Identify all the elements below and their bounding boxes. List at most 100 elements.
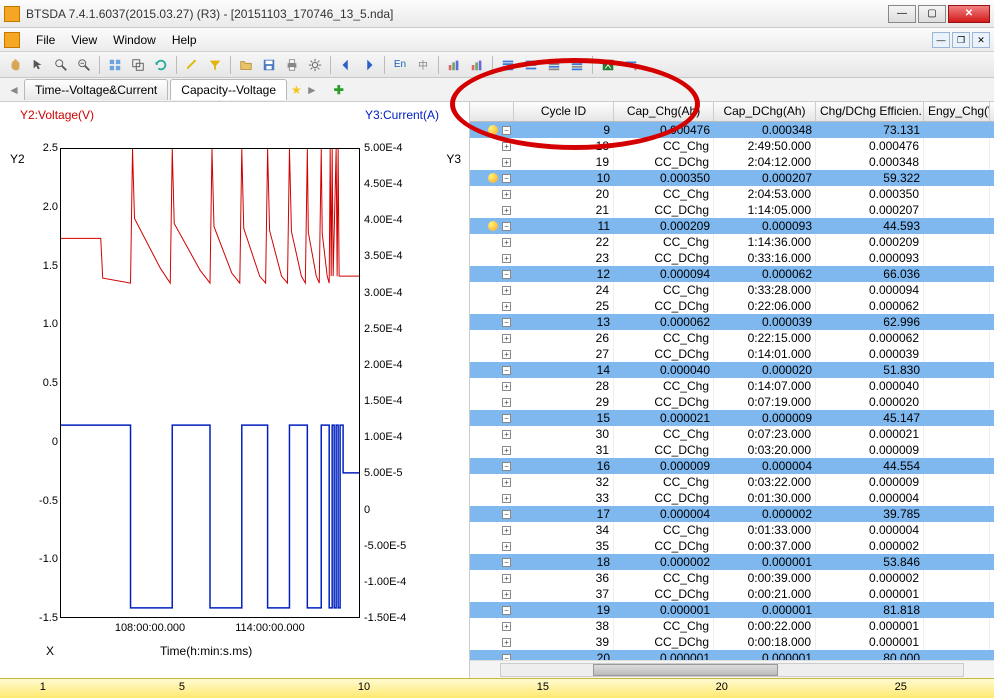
settings-icon[interactable] [304,55,326,75]
expand-icon[interactable]: + [502,254,511,263]
col-cap-dchg[interactable]: Cap_DChg(Ah) [714,102,816,121]
app-menu-icon[interactable] [4,32,20,48]
cycle-row[interactable]: −180.0000020.00000153.846 [470,554,994,570]
table-view-2-icon[interactable] [520,55,542,75]
grid-horizontal-scrollbar[interactable] [470,660,994,678]
table-view-3-icon[interactable] [543,55,565,75]
tab-capacity-voltage[interactable]: Capacity--Voltage [170,79,287,100]
export-data-icon[interactable] [620,55,642,75]
expand-icon[interactable]: + [502,334,511,343]
step-row[interactable]: +21CC_DChg1:14:05.0000.000207 [470,202,994,218]
cycle-row[interactable]: −100.0003500.00020759.322 [470,170,994,186]
language-cn-icon[interactable]: 中 [412,55,434,75]
step-row[interactable]: +37CC_DChg0:00:21.0000.000001 [470,586,994,602]
cascade-windows-icon[interactable] [127,55,149,75]
expand-icon[interactable]: + [502,622,511,631]
menu-file[interactable]: File [28,30,63,50]
step-row[interactable]: +31CC_DChg0:03:20.0000.000009 [470,442,994,458]
mark-tool-icon[interactable] [181,55,203,75]
close-button[interactable]: ✕ [948,5,990,23]
zoom-out-icon[interactable] [73,55,95,75]
cycle-row[interactable]: −110.0002090.00009344.593 [470,218,994,234]
step-row[interactable]: +33CC_DChg0:01:30.0000.000004 [470,490,994,506]
expand-icon[interactable]: + [502,638,511,647]
timeline-ruler[interactable]: 1510152025 [0,678,994,698]
cycle-row[interactable]: −140.0000400.00002051.830 [470,362,994,378]
step-row[interactable]: +20CC_Chg2:04:53.0000.000350 [470,186,994,202]
tab-scroll-right-icon[interactable]: ► [304,83,320,97]
col-tree[interactable] [470,102,514,121]
menu-view[interactable]: View [63,30,105,50]
step-row[interactable]: +23CC_DChg0:33:16.0000.000093 [470,250,994,266]
expand-icon[interactable]: + [502,238,511,247]
favorite-tab-icon[interactable]: ★ [291,83,302,97]
open-file-icon[interactable] [235,55,257,75]
cycle-row[interactable]: −160.0000090.00000444.554 [470,458,994,474]
cycle-row[interactable]: −130.0000620.00003962.996 [470,314,994,330]
filter-icon[interactable] [204,55,226,75]
collapse-icon[interactable]: − [502,318,511,327]
mdi-close-button[interactable]: ✕ [972,32,990,48]
tab-time-voltage-current[interactable]: Time--Voltage&Current [24,79,168,100]
cycle-row[interactable]: −200.0000010.00000180.000 [470,650,994,660]
collapse-icon[interactable]: − [502,510,511,519]
step-row[interactable]: +18CC_Chg2:49:50.0000.000476 [470,138,994,154]
step-row[interactable]: +26CC_Chg0:22:15.0000.000062 [470,330,994,346]
step-row[interactable]: +34CC_Chg0:01:33.0000.000004 [470,522,994,538]
cycle-row[interactable]: −90.0004760.00034873.131 [470,122,994,138]
step-row[interactable]: +24CC_Chg0:33:28.0000.000094 [470,282,994,298]
expand-icon[interactable]: + [502,494,511,503]
expand-icon[interactable]: + [502,542,511,551]
minimize-button[interactable]: — [888,5,916,23]
step-row[interactable]: +39CC_DChg0:00:18.0000.000001 [470,634,994,650]
step-row[interactable]: +30CC_Chg0:07:23.0000.000021 [470,426,994,442]
col-engy-chg[interactable]: Engy_Chg(V [924,102,990,121]
mdi-minimize-button[interactable]: — [932,32,950,48]
grid-tool-icon[interactable] [104,55,126,75]
col-cycle-id[interactable]: Cycle ID [514,102,614,121]
chart-preset-2-icon[interactable] [466,55,488,75]
collapse-icon[interactable]: − [502,414,511,423]
menu-help[interactable]: Help [164,30,205,50]
step-row[interactable]: +25CC_DChg0:22:06.0000.000062 [470,298,994,314]
collapse-icon[interactable]: − [502,606,511,615]
expand-icon[interactable]: + [502,142,511,151]
collapse-icon[interactable]: − [502,558,511,567]
step-row[interactable]: +27CC_DChg0:14:01.0000.000039 [470,346,994,362]
step-row[interactable]: +35CC_DChg0:00:37.0000.000002 [470,538,994,554]
hand-tool-icon[interactable] [4,55,26,75]
collapse-icon[interactable]: − [502,462,511,471]
col-efficiency[interactable]: Chg/DChg Efficien... [816,102,924,121]
chart-preset-1-icon[interactable] [443,55,465,75]
step-row[interactable]: +36CC_Chg0:00:39.0000.000002 [470,570,994,586]
nav-forward-icon[interactable] [358,55,380,75]
table-view-1-icon[interactable] [497,55,519,75]
expand-icon[interactable]: + [502,350,511,359]
expand-icon[interactable]: + [502,158,511,167]
export-excel-icon[interactable]: X [597,55,619,75]
expand-icon[interactable]: + [502,478,511,487]
scrollbar-thumb[interactable] [593,664,778,676]
collapse-icon[interactable]: − [502,222,511,231]
collapse-icon[interactable]: − [502,270,511,279]
expand-icon[interactable]: + [502,302,511,311]
col-cap-chg[interactable]: Cap_Chg(Ah) [614,102,714,121]
expand-icon[interactable]: + [502,430,511,439]
print-icon[interactable] [281,55,303,75]
collapse-icon[interactable]: − [502,126,511,135]
cycle-row[interactable]: −170.0000040.00000239.785 [470,506,994,522]
zoom-in-icon[interactable] [50,55,72,75]
cycle-row[interactable]: −190.0000010.00000181.818 [470,602,994,618]
menu-window[interactable]: Window [105,30,164,50]
refresh-icon[interactable] [150,55,172,75]
expand-icon[interactable]: + [502,590,511,599]
collapse-icon[interactable]: − [502,174,511,183]
expand-icon[interactable]: + [502,574,511,583]
add-tab-icon[interactable]: ✚ [334,83,344,97]
collapse-icon[interactable]: − [502,366,511,375]
language-en-icon[interactable]: En [389,55,411,75]
step-row[interactable]: +22CC_Chg1:14:36.0000.000209 [470,234,994,250]
expand-icon[interactable]: + [502,206,511,215]
step-row[interactable]: +29CC_DChg0:07:19.0000.000020 [470,394,994,410]
step-row[interactable]: +28CC_Chg0:14:07.0000.000040 [470,378,994,394]
